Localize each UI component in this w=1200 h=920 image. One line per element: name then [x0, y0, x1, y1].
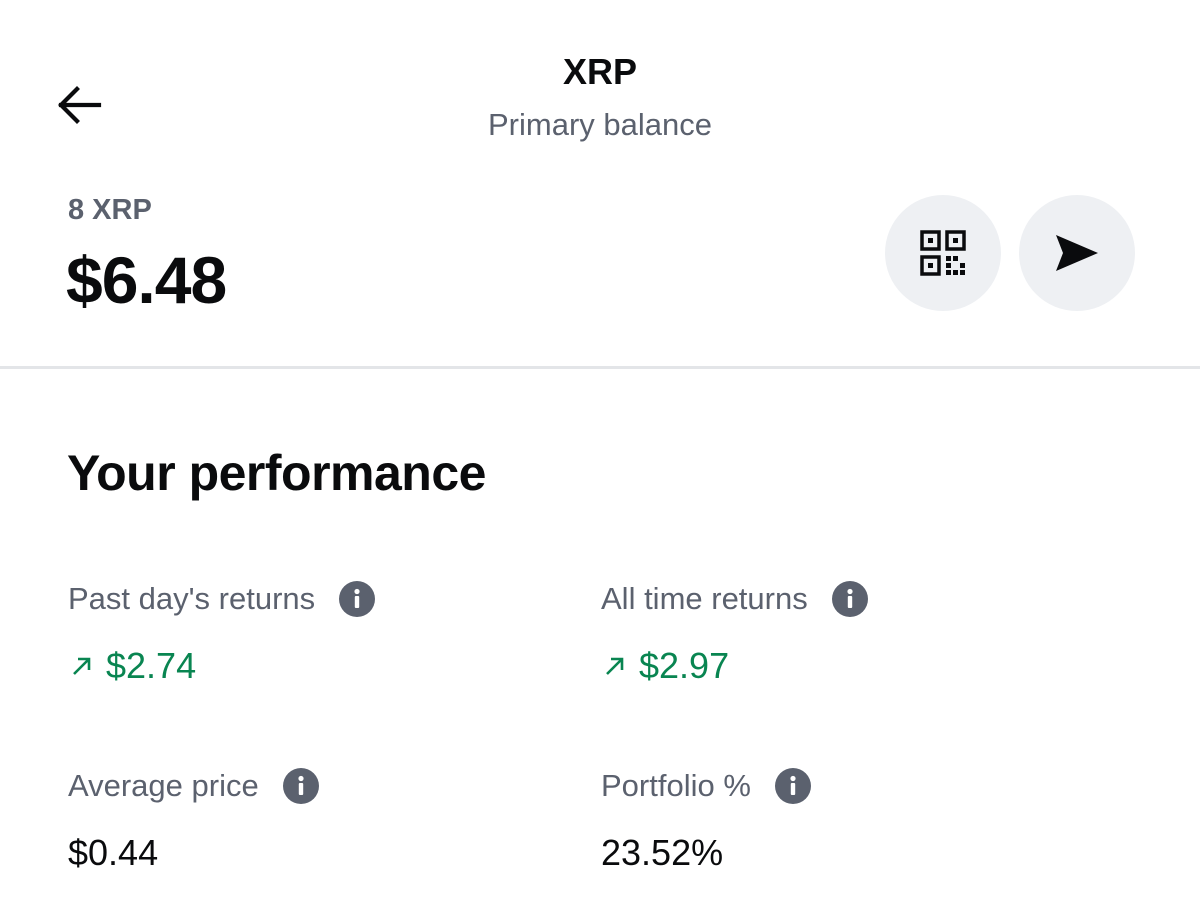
info-icon[interactable]	[339, 581, 376, 617]
page-subtitle: Primary balance	[488, 107, 712, 142]
past-day-returns-stat: Past day's returns $2.74	[68, 577, 568, 689]
portfolio-percent-label: Portfolio %	[601, 768, 751, 803]
page-title: XRP	[562, 51, 638, 92]
app-header: XRP Primary balance	[0, 0, 1200, 170]
all-time-returns-stat: All time returns $2.97	[601, 577, 1101, 689]
fiat-balance: $6.48	[66, 243, 227, 317]
average-price-stat: Average price $0.44	[68, 764, 568, 876]
receive-button[interactable]	[885, 195, 1001, 311]
all-time-returns-label: All time returns	[601, 581, 808, 616]
past-day-returns-value: $2.74	[106, 645, 197, 686]
section-divider	[0, 366, 1200, 369]
portfolio-percent-value: 23.52%	[601, 832, 724, 873]
trend-up-icon	[601, 652, 629, 680]
trend-up-icon	[68, 652, 96, 680]
send-button[interactable]	[1019, 195, 1135, 311]
info-icon[interactable]	[831, 581, 868, 617]
performance-title: Your performance	[67, 445, 486, 501]
crypto-balance: 8 XRP	[68, 194, 152, 226]
past-day-returns-label: Past day's returns	[68, 581, 316, 616]
info-glyph	[354, 588, 360, 608]
average-price-label: Average price	[68, 768, 259, 803]
portfolio-percent-stat: Portfolio % 23.52%	[601, 764, 1101, 876]
average-price-value: $0.44	[68, 832, 159, 873]
info-glyph	[298, 775, 304, 795]
title-block: XRP Primary balance	[0, 48, 1200, 147]
balance-section: 8 XRP $6.48	[0, 180, 1200, 366]
qr-code-icon	[920, 230, 966, 276]
send-arrow-icon	[1056, 235, 1098, 271]
info-icon[interactable]	[774, 768, 811, 804]
all-time-returns-value: $2.97	[639, 645, 730, 686]
info-icon[interactable]	[282, 768, 319, 804]
info-glyph	[790, 775, 796, 795]
info-glyph	[847, 588, 853, 608]
